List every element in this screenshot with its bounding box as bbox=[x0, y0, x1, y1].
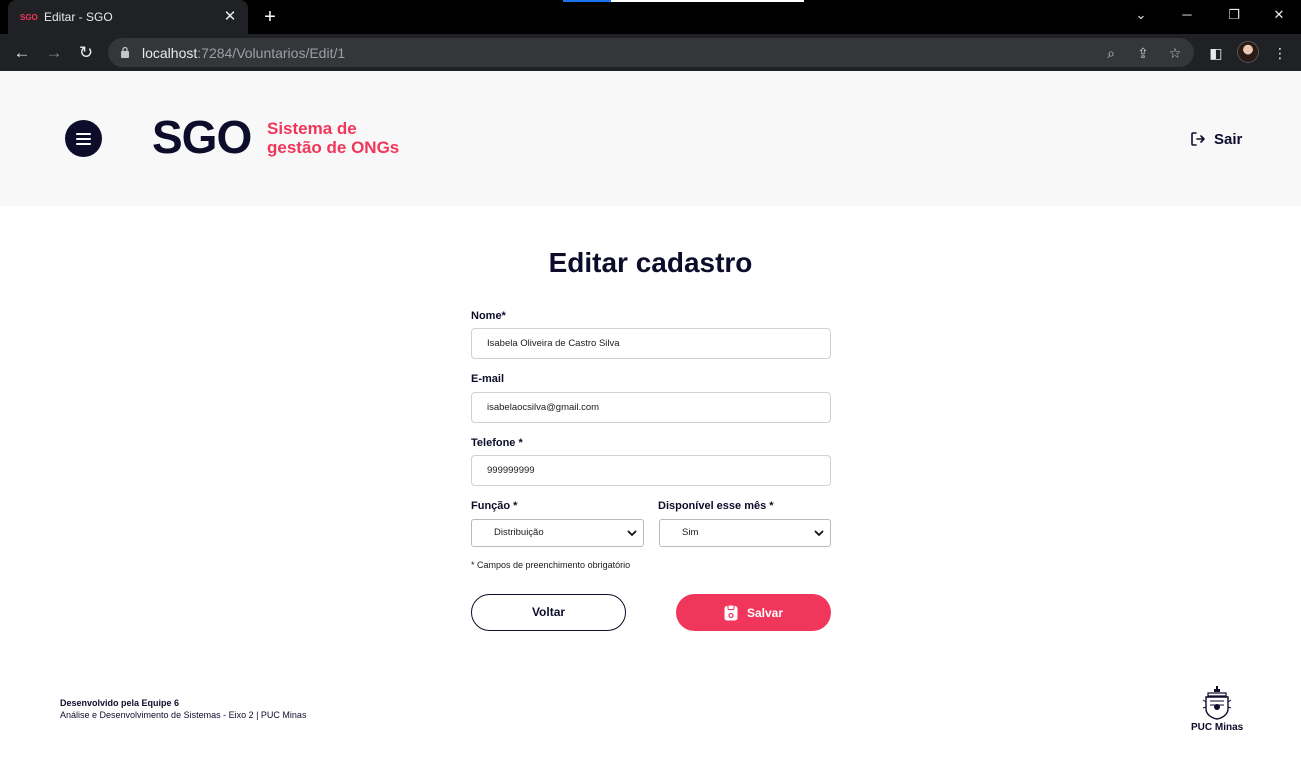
browser-toolbar: ← → ↻ localhost:7284/Voluntarios/Edit/1 … bbox=[0, 34, 1301, 71]
sgo-favicon-icon: SGO bbox=[20, 12, 38, 22]
page-title: Editar cadastro bbox=[548, 247, 753, 278]
site-header: SGO Sistema de gestão de ONGs Sair bbox=[0, 71, 1301, 206]
funcao-selected-value: Distribuição bbox=[494, 527, 544, 538]
save-icon bbox=[724, 604, 738, 620]
required-fields-hint: * Campos de preenchimento obrigatório bbox=[471, 560, 631, 570]
back-arrow-icon[interactable]: ← bbox=[10, 41, 34, 65]
side-panel-icon[interactable]: ◧ bbox=[1204, 41, 1228, 65]
puc-minas-label: PUC Minas bbox=[1191, 722, 1244, 733]
email-label: E-mail bbox=[471, 373, 505, 385]
telefone-label: Telefone * bbox=[471, 437, 523, 449]
close-tab-icon[interactable]: ✕ bbox=[220, 7, 240, 27]
salvar-button[interactable]: Salvar bbox=[676, 594, 831, 631]
browser-tab[interactable]: SGO Editar - SGO ✕ bbox=[8, 0, 248, 34]
logout-icon bbox=[1191, 132, 1205, 146]
tab-search-icon[interactable]: ⌄ bbox=[1126, 4, 1156, 26]
funcao-label: Função * bbox=[471, 500, 518, 512]
chevron-down-icon bbox=[814, 530, 824, 536]
share-icon[interactable]: ⇪ bbox=[1132, 42, 1154, 64]
email-input[interactable]: isabelaocsilva@gmail.com bbox=[471, 392, 831, 423]
salvar-label: Salvar bbox=[746, 605, 784, 620]
forward-arrow-icon[interactable]: → bbox=[42, 41, 66, 65]
puc-minas-crest-icon bbox=[1202, 686, 1232, 720]
chevron-down-icon bbox=[627, 530, 637, 536]
logout-button[interactable]: Sair bbox=[1190, 128, 1242, 150]
tab-title: Editar - SGO bbox=[44, 10, 113, 24]
disponivel-select[interactable]: Sim bbox=[659, 519, 831, 547]
telefone-input[interactable]: 999999999 bbox=[471, 455, 831, 486]
nome-input[interactable]: Isabela Oliveira de Castro Silva bbox=[471, 328, 831, 359]
bookmark-star-icon[interactable]: ☆ bbox=[1164, 42, 1186, 64]
logo-subtitle: Sistema de gestão de ONGs bbox=[267, 119, 400, 157]
new-tab-button[interactable]: + bbox=[260, 7, 280, 27]
profile-avatar[interactable] bbox=[1237, 41, 1259, 63]
minimize-button[interactable]: ─ bbox=[1172, 4, 1202, 26]
sgo-logo[interactable]: SGO bbox=[152, 111, 252, 163]
restore-button[interactable]: ❐ bbox=[1219, 4, 1249, 26]
footer-team: Desenvolvido pela Equipe 6 bbox=[60, 698, 180, 708]
address-bar[interactable]: localhost:7284/Voluntarios/Edit/1 ⌕ ⇪ ☆ bbox=[108, 38, 1194, 67]
nome-label: Nome* bbox=[471, 310, 506, 322]
close-window-button[interactable]: ✕ bbox=[1264, 4, 1294, 26]
browser-tab-strip: SGO Editar - SGO ✕ + ⌄ ─ ❐ ✕ bbox=[0, 0, 1301, 34]
loading-strip bbox=[563, 0, 804, 2]
funcao-select[interactable]: Distribuição bbox=[471, 519, 644, 547]
voltar-button[interactable]: Voltar bbox=[471, 594, 626, 631]
more-menu-icon[interactable]: ⋮ bbox=[1268, 41, 1292, 65]
logout-label: Sair bbox=[1214, 130, 1243, 148]
lock-icon bbox=[121, 46, 129, 58]
disponivel-label: Disponível esse mês * bbox=[658, 500, 774, 512]
zoom-icon[interactable]: ⌕ bbox=[1100, 42, 1122, 64]
reload-icon[interactable]: ↻ bbox=[74, 41, 98, 65]
hamburger-menu-button[interactable] bbox=[65, 120, 102, 157]
footer-course: Análise e Desenvolvimento de Sistemas - … bbox=[60, 710, 307, 720]
disponivel-selected-value: Sim bbox=[682, 527, 699, 538]
url-text: localhost:7284/Voluntarios/Edit/1 bbox=[142, 45, 346, 61]
